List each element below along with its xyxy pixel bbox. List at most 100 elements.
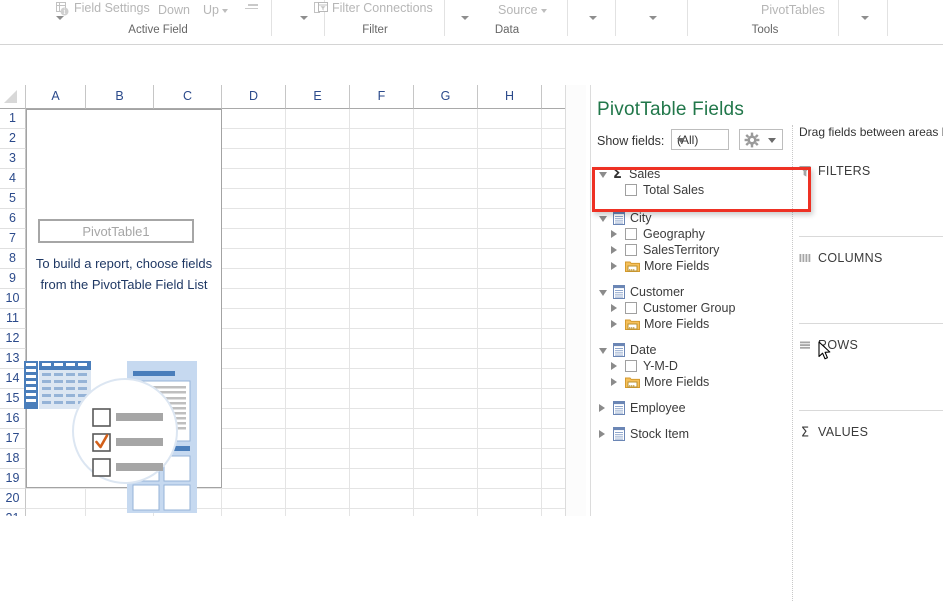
cell[interactable] [222,389,286,409]
cell[interactable] [478,229,542,249]
show-fields-select[interactable]: (All) [671,129,729,150]
ribbon-pivottables-button[interactable]: PivotTables [761,3,825,17]
cell[interactable] [222,369,286,389]
row-header-9[interactable]: 9 [0,269,26,289]
ribbon-filter-connections-button[interactable]: Filter Connections [314,1,433,16]
ribbon-move-up-caret[interactable] [222,9,228,13]
row-header-4[interactable]: 4 [0,169,26,189]
spreadsheet-grid[interactable]: ABCDEFGHI 123456789101112131415161718192… [0,85,586,516]
cell[interactable] [350,129,414,149]
cell[interactable] [414,249,478,269]
cell[interactable] [414,329,478,349]
pane-tools-button[interactable] [739,129,783,150]
cell[interactable] [350,329,414,349]
cell[interactable] [286,389,350,409]
cell[interactable] [478,189,542,209]
cell[interactable] [286,449,350,469]
cell[interactable] [350,249,414,269]
chevron-right-icon[interactable] [611,230,617,238]
cell[interactable] [286,249,350,269]
cell[interactable] [414,209,478,229]
chevron-right-icon[interactable] [599,404,605,412]
cell[interactable] [286,409,350,429]
ribbon-change-source-button[interactable]: Source [498,3,547,17]
cell[interactable] [350,349,414,369]
cell[interactable] [350,489,414,509]
cell[interactable] [478,429,542,449]
cell[interactable] [286,229,350,249]
cell[interactable] [222,349,286,369]
cell[interactable] [286,189,350,209]
cell[interactable] [222,189,286,209]
column-header-g[interactable]: G [414,85,478,109]
cell[interactable] [350,109,414,129]
cell[interactable] [350,449,414,469]
cell[interactable] [350,369,414,389]
cell[interactable] [478,509,542,516]
cell[interactable] [286,209,350,229]
cell[interactable] [286,349,350,369]
cell[interactable] [478,149,542,169]
ribbon-collapse-field-icon[interactable] [244,4,258,12]
row-header-5[interactable]: 5 [0,189,26,209]
cell[interactable] [478,409,542,429]
cell[interactable] [414,309,478,329]
cell[interactable] [478,449,542,469]
ribbon-overflow-caret-4[interactable] [589,16,597,20]
cell[interactable] [478,489,542,509]
ribbon-overflow-caret-5[interactable] [649,16,657,20]
column-header-b[interactable]: B [86,85,154,109]
grid-vertical-scrollbar[interactable] [565,85,586,516]
column-header-h[interactable]: H [478,85,542,109]
cell[interactable] [414,269,478,289]
chevron-right-icon[interactable] [611,320,617,328]
cell[interactable] [414,429,478,449]
cell[interactable] [414,409,478,429]
cell[interactable] [478,469,542,489]
cell[interactable] [350,229,414,249]
column-header-d[interactable]: D [222,85,286,109]
ribbon-overflow-caret-1[interactable] [56,16,64,20]
cell[interactable] [222,509,286,516]
cell[interactable] [286,109,350,129]
chevron-right-icon[interactable] [611,246,617,254]
cell[interactable] [414,289,478,309]
column-header-f[interactable]: F [350,85,414,109]
cell[interactable] [286,329,350,349]
cell[interactable] [414,389,478,409]
chevron-right-icon[interactable] [611,378,617,386]
cell[interactable] [414,229,478,249]
row-header-10[interactable]: 10 [0,289,26,309]
cell[interactable] [414,509,478,516]
chevron-down-icon[interactable] [599,348,607,354]
cell[interactable] [478,169,542,189]
chevron-right-icon[interactable] [611,362,617,370]
cell[interactable] [222,489,286,509]
cell[interactable] [350,509,414,516]
row-header-12[interactable]: 12 [0,329,26,349]
cell[interactable] [286,149,350,169]
cell[interactable] [222,329,286,349]
cell[interactable] [350,409,414,429]
chevron-right-icon[interactable] [599,430,605,438]
ribbon-move-up-button[interactable]: Up [203,3,228,17]
cell[interactable] [350,189,414,209]
cell[interactable] [286,429,350,449]
cell[interactable] [350,209,414,229]
cell[interactable] [222,269,286,289]
row-header-11[interactable]: 11 [0,309,26,329]
cell[interactable] [478,129,542,149]
cell[interactable] [414,469,478,489]
ribbon-source-caret[interactable] [541,9,547,13]
cell[interactable] [286,489,350,509]
cell[interactable] [222,109,286,129]
cell[interactable] [414,189,478,209]
field-list-item-more-fields[interactable]: More Fields [591,371,791,393]
cell[interactable] [478,329,542,349]
row-header-1[interactable]: 1 [0,109,26,129]
cell[interactable] [350,289,414,309]
cell[interactable] [222,449,286,469]
cell[interactable] [350,169,414,189]
row-header-7[interactable]: 7 [0,229,26,249]
cell[interactable] [414,149,478,169]
